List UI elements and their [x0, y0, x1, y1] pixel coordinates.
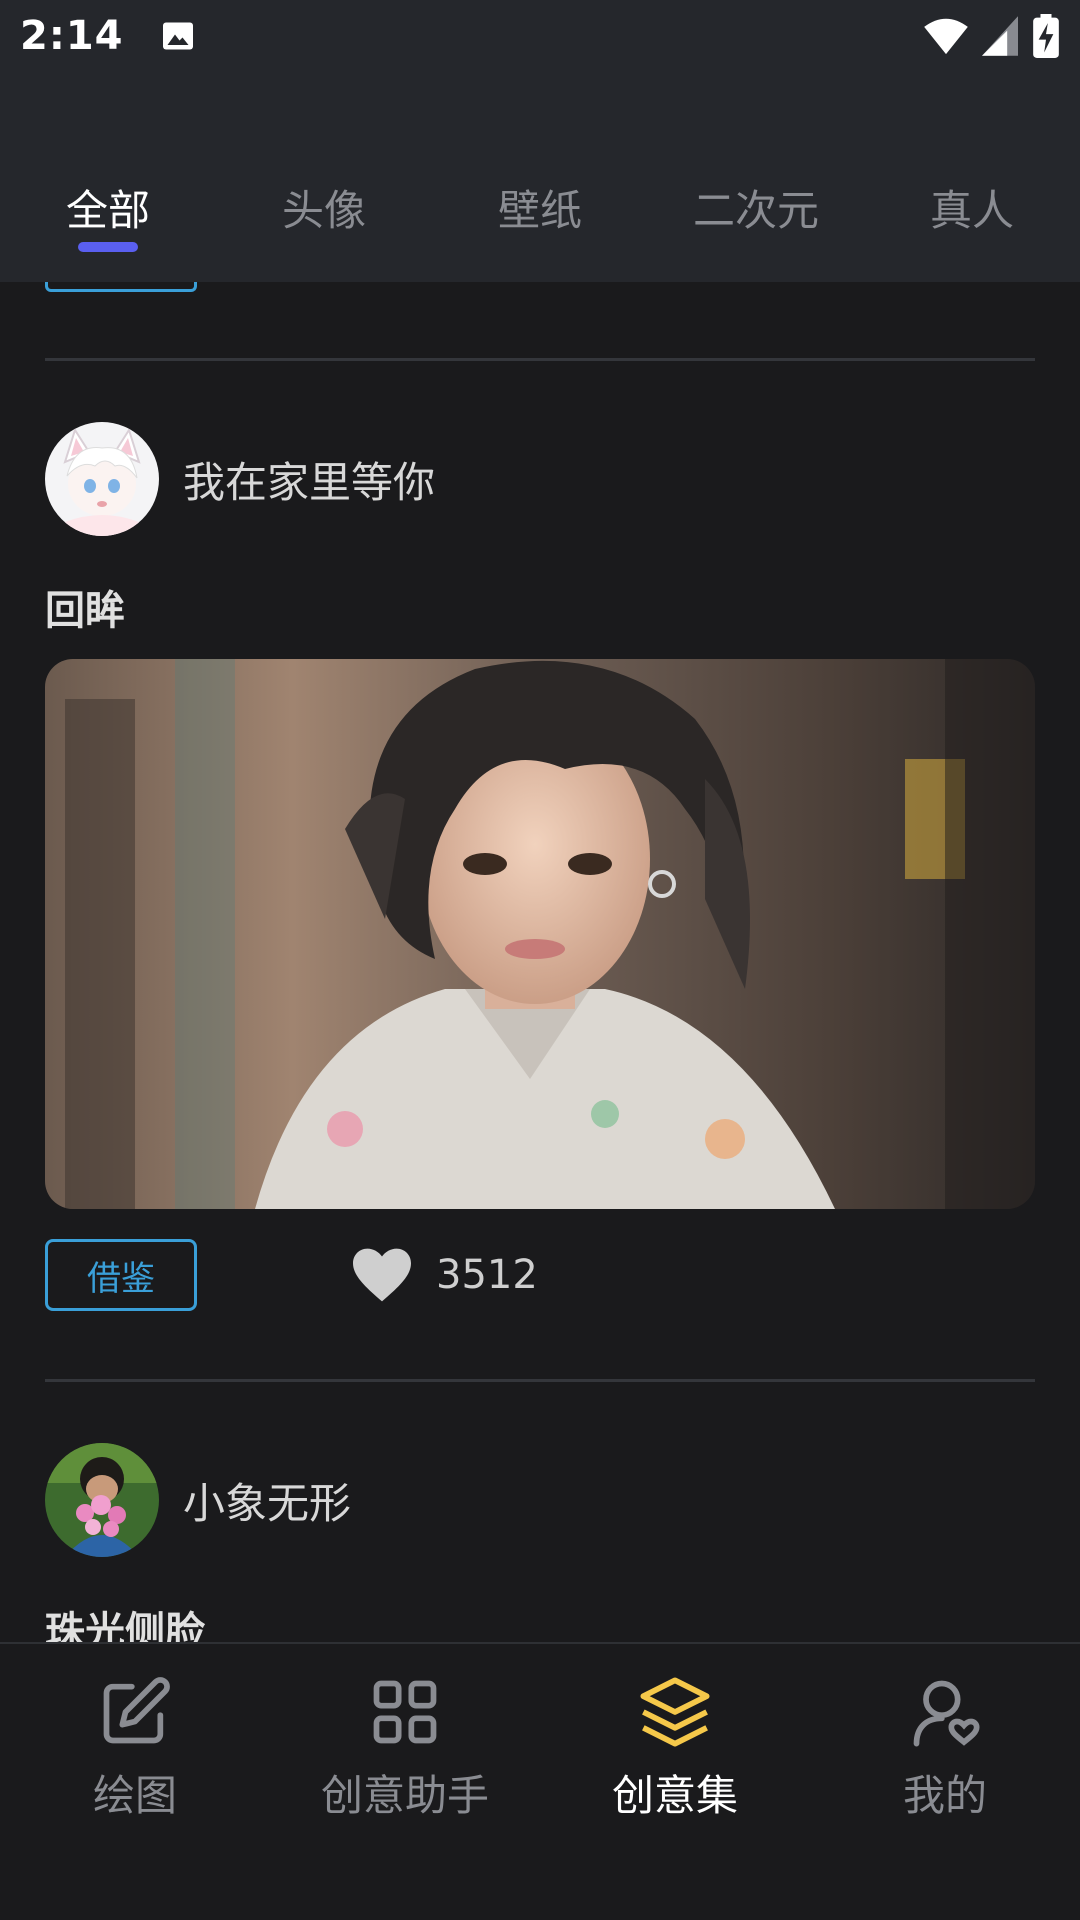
nav-label: 创意集: [611, 1771, 738, 1820]
feed-list[interactable]: 我在家里等你 回眸 借鉴 3512 小象无形 珠光侧脸: [0, 282, 1080, 1642]
nav-draw[interactable]: 绘图: [0, 1644, 270, 1920]
avatar[interactable]: [45, 422, 159, 536]
app-root: 2:14 全部 头像 壁纸 二次元 真人 我在家里等你 回眸 借鉴 3512 小…: [0, 0, 1080, 1920]
tab-avatar[interactable]: 头像: [216, 132, 432, 282]
post-author[interactable]: 小象无形: [45, 1443, 351, 1557]
tab-real-person[interactable]: 真人: [864, 132, 1080, 282]
author-name[interactable]: 小象无形: [183, 1470, 351, 1531]
tab-label: 真人: [929, 185, 1014, 235]
like-count: 3512: [436, 1252, 538, 1298]
nav-label: 我的: [902, 1771, 987, 1820]
nav-creative-assistant[interactable]: 创意助手: [270, 1644, 540, 1920]
header: 全部 头像 壁纸 二次元 真人: [0, 72, 1080, 282]
like-area[interactable]: 3512: [350, 1246, 538, 1304]
wifi-icon: [924, 18, 968, 55]
bottom-navigation: 绘图 创意助手 创意集 我的: [0, 1642, 1080, 1920]
post-divider: [45, 358, 1035, 361]
edit-icon: [103, 1677, 170, 1744]
reference-button[interactable]: 借鉴: [45, 1239, 197, 1311]
battery-charging-icon: [1033, 14, 1059, 58]
tab-wallpaper[interactable]: 壁纸: [432, 132, 648, 282]
active-tab-indicator: [78, 242, 138, 252]
signal-icon: [982, 16, 1018, 56]
post-author[interactable]: 我在家里等你: [45, 422, 435, 536]
image-notification-icon: [162, 22, 193, 50]
tab-label: 头像: [281, 185, 366, 235]
nav-creative-collection[interactable]: 创意集: [540, 1644, 810, 1920]
post-image[interactable]: [45, 659, 1035, 1209]
status-time: 2:14: [20, 13, 124, 59]
status-icons: [924, 14, 1060, 58]
author-name[interactable]: 我在家里等你: [183, 449, 435, 510]
previous-reference-button-edge[interactable]: [45, 282, 197, 292]
status-bar: 2:14: [0, 0, 1080, 72]
tab-label: 二次元: [692, 185, 819, 235]
tab-all[interactable]: 全部: [0, 132, 216, 282]
category-tabs: 全部 头像 壁纸 二次元 真人: [0, 132, 1080, 282]
tab-anime[interactable]: 二次元: [648, 132, 864, 282]
heart-icon[interactable]: [350, 1246, 414, 1304]
grid-icon: [373, 1680, 437, 1744]
layers-icon: [640, 1677, 710, 1747]
post-title: 珠光侧脸: [45, 1609, 205, 1642]
nav-mine[interactable]: 我的: [810, 1644, 1080, 1920]
tab-label: 壁纸: [497, 185, 582, 235]
tab-label: 全部: [65, 185, 150, 235]
post-divider: [45, 1379, 1035, 1382]
nav-label: 创意助手: [320, 1771, 489, 1820]
user-heart-icon: [913, 1680, 980, 1747]
post-title: 回眸: [45, 588, 125, 634]
avatar[interactable]: [45, 1443, 159, 1557]
nav-label: 绘图: [92, 1771, 177, 1820]
